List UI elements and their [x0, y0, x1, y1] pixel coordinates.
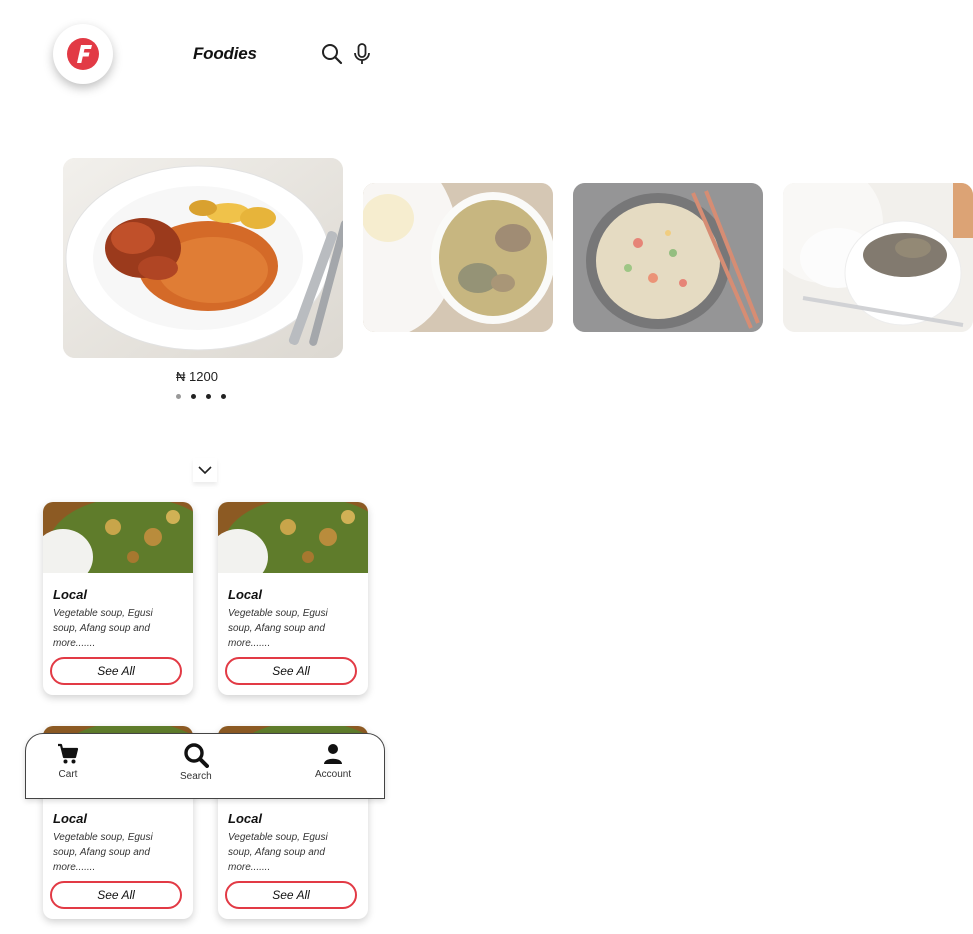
search-icon[interactable]: [320, 42, 344, 66]
jollof-rice-image: [63, 158, 343, 358]
nav-label: Search: [180, 771, 212, 782]
egusi-soup-image: [43, 502, 193, 573]
card-description: Vegetable soup, Egusi soup, Afang soup a…: [53, 832, 153, 873]
user-icon: [324, 744, 343, 764]
card-title: Local: [53, 587, 87, 602]
card-description: Vegetable soup, Egusi soup, Afang soup a…: [228, 608, 328, 649]
see-all-button[interactable]: See All: [50, 657, 182, 685]
soup-fufu-image: [363, 183, 553, 332]
card-title: Local: [228, 587, 262, 602]
carousel-dot[interactable]: [221, 394, 226, 399]
carousel-slide-featured[interactable]: [63, 158, 343, 358]
nav-label: Account: [315, 769, 352, 780]
carousel-slide-2[interactable]: [363, 183, 553, 332]
carousel-dot[interactable]: [191, 394, 196, 399]
app-logo[interactable]: [53, 24, 113, 84]
expand-button[interactable]: [193, 458, 217, 482]
nav-item-account[interactable]: Account: [315, 742, 351, 780]
chevron-down-icon: [198, 466, 212, 475]
egusi-soup-image: [218, 502, 368, 573]
category-card[interactable]: Local Vegetable soup, Egusi soup, Afang …: [218, 502, 368, 695]
fufu-soup-image: [783, 183, 973, 332]
see-all-button[interactable]: See All: [225, 881, 357, 909]
see-all-button[interactable]: See All: [225, 657, 357, 685]
carousel-dot[interactable]: [176, 394, 181, 399]
microphone-icon[interactable]: [350, 42, 374, 66]
foodies-logo-icon: [67, 38, 99, 70]
fried-rice-image: [573, 183, 763, 332]
card-title: Local: [53, 811, 87, 826]
featured-price: ₦ 1200: [176, 369, 218, 384]
nav-item-cart[interactable]: Cart: [56, 742, 80, 780]
card-title: Local: [228, 811, 262, 826]
carousel-slide-3[interactable]: [573, 183, 763, 332]
carousel-dots: [176, 394, 226, 399]
carousel-dot[interactable]: [206, 394, 211, 399]
card-description: Vegetable soup, Egusi soup, Afang soup a…: [53, 608, 153, 649]
carousel-slide-4[interactable]: [783, 183, 973, 332]
brand-name: Foodies: [193, 44, 257, 63]
cart-icon: [58, 743, 79, 764]
card-description: Vegetable soup, Egusi soup, Afang soup a…: [228, 832, 328, 873]
nav-label: Cart: [58, 769, 78, 780]
search-icon: [184, 743, 209, 768]
bottom-navigation: Cart Search Account: [25, 733, 385, 799]
see-all-button[interactable]: See All: [50, 881, 182, 909]
category-card[interactable]: Local Vegetable soup, Egusi soup, Afang …: [43, 502, 193, 695]
nav-item-search[interactable]: Search: [180, 742, 212, 782]
